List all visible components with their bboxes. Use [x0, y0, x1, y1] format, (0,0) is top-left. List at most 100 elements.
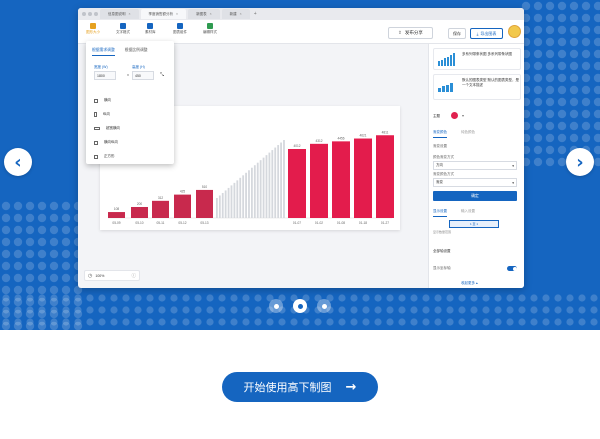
- chart-type-card[interactable]: 多系列带条状图 多系列带条状图: [433, 48, 521, 70]
- decor-dot: [533, 85, 543, 95]
- decor-dot: [581, 49, 591, 59]
- decor-dot: [146, 318, 154, 326]
- size-option[interactable]: 横向: [94, 98, 111, 103]
- tab-0[interactable]: 信息图说明 ×: [100, 9, 139, 19]
- show-axis-toggle[interactable]: [507, 266, 517, 271]
- tab-3[interactable]: 新建 ×: [221, 9, 250, 19]
- close-icon[interactable]: ×: [240, 9, 242, 19]
- decor-dot: [581, 61, 591, 71]
- size-option[interactable]: 横向纵向: [94, 140, 118, 145]
- decor-dot: [230, 306, 238, 314]
- decor-dot: [470, 306, 478, 314]
- close-icon[interactable]: ×: [129, 9, 131, 19]
- new-tab-icon[interactable]: +: [254, 11, 257, 17]
- height-field[interactable]: 450: [132, 71, 154, 80]
- tick-label: 01-07: [293, 221, 301, 225]
- decor-dot: [434, 294, 442, 302]
- decor-dot: [494, 306, 502, 314]
- tab-1[interactable]: 季度销售额分析 ×: [140, 9, 187, 19]
- hero-banner: ‹ › 信息图说明 × 季度销售额分析 × 新图表 × 新建 × + 图形大小 文字格式…: [0, 0, 600, 330]
- close-icon[interactable]: ×: [210, 9, 212, 19]
- decor-dot: [194, 318, 202, 326]
- decor-dot: [14, 306, 22, 314]
- publish-button[interactable]: ⇪ 发布分享: [388, 27, 433, 39]
- carousel-next-button[interactable]: ›: [566, 148, 594, 176]
- tab-display[interactable]: 显示设置: [433, 209, 447, 217]
- decor-dot: [302, 318, 310, 326]
- tab-2[interactable]: 新图表 ×: [188, 9, 220, 19]
- decor-dot: [533, 61, 543, 71]
- avatar[interactable]: [508, 25, 521, 38]
- decor-dot: [218, 306, 226, 314]
- decor-dot: [37, 237, 47, 247]
- tab-by-requirement[interactable]: 根据需求调整: [92, 48, 115, 56]
- theme-color-swatch[interactable]: [451, 112, 458, 119]
- confirm-button[interactable]: 确定: [433, 191, 517, 201]
- width-field[interactable]: 1800: [94, 71, 116, 80]
- tab-by-ratio[interactable]: 根据比例调整: [125, 48, 148, 56]
- help-icon[interactable]: ⓘ: [132, 273, 137, 279]
- range-slider[interactable]: 1 至 1: [449, 220, 499, 228]
- decor-dot: [545, 145, 555, 155]
- zoom-control[interactable]: ◷ 100% ⓘ: [84, 270, 140, 281]
- decor-dot: [49, 213, 59, 223]
- decor-dot: [182, 318, 190, 326]
- chart-type-card[interactable]: 默认的图表类型 默认的图表类型，是一个文本描述: [433, 74, 521, 100]
- decor-dot: [434, 306, 442, 314]
- tool-text[interactable]: 文字格式: [116, 23, 130, 35]
- decor-dot: [1, 273, 11, 283]
- decor-dot: [61, 225, 71, 235]
- field-label: 渐变颜色方式: [433, 172, 454, 176]
- collapse-link[interactable]: 收起更多 ▴: [461, 281, 478, 286]
- decor-dot: [362, 318, 370, 326]
- library-icon: [147, 23, 154, 29]
- lock-ratio-icon[interactable]: ⤡: [160, 72, 164, 78]
- size-option[interactable]: 纵向: [94, 112, 110, 117]
- tool-library[interactable]: 素材库: [145, 23, 156, 35]
- decor-dot: [569, 13, 579, 23]
- close-icon[interactable]: ×: [176, 9, 178, 19]
- tool-chart[interactable]: 图表组件: [173, 23, 187, 35]
- size-option[interactable]: 正方形: [94, 154, 115, 159]
- tab-input[interactable]: 输入设置: [461, 209, 475, 217]
- decor-dot: [350, 318, 358, 326]
- decor-dot: [434, 318, 442, 326]
- tab-solid[interactable]: 纯色颜色: [461, 130, 475, 138]
- tool-size[interactable]: 图形大小: [86, 23, 100, 35]
- decor-dot: [110, 318, 118, 326]
- decor-dot: [62, 294, 70, 302]
- carousel-dot-active[interactable]: [293, 299, 307, 313]
- decor-dot: [49, 273, 59, 283]
- size-popup: 根据需求调整 根据比例调整 宽度 (W) 高度 (H) 1800 x 450 ⤡…: [86, 41, 174, 164]
- decor-dot: [533, 49, 543, 59]
- carousel-dot[interactable]: [317, 299, 331, 313]
- save-button[interactable]: 保存: [448, 28, 466, 39]
- chevron-up-icon: ▴: [475, 281, 478, 285]
- decor-dot: [533, 97, 543, 107]
- decor-dot: [1, 201, 11, 211]
- decor-dot: [581, 121, 591, 131]
- tab-gradient[interactable]: 渐变颜色: [433, 130, 447, 138]
- tool-style[interactable]: 编辑样式: [203, 23, 217, 35]
- decor-dot: [398, 294, 406, 302]
- carousel-prev-button[interactable]: ‹: [4, 148, 32, 176]
- decor-dot: [530, 294, 538, 302]
- decor-dot: [533, 13, 543, 23]
- decor-dot: [61, 249, 71, 259]
- decor-dot: [542, 294, 550, 302]
- decor-dot: [266, 318, 274, 326]
- direction-select[interactable]: 方向 ▾: [433, 161, 517, 170]
- decor-dot: [578, 306, 586, 314]
- axis-section-label: 全部轴设置: [433, 249, 451, 253]
- data-label: 4456: [337, 136, 344, 140]
- decor-dot: [1, 249, 11, 259]
- chevron-down-icon[interactable]: ▾: [462, 113, 464, 118]
- gradient-select[interactable]: 渐变 ▾: [433, 178, 517, 187]
- decor-dot: [61, 213, 71, 223]
- start-button[interactable]: 开始使用高下制图 →: [222, 372, 378, 402]
- decor-dot: [470, 318, 478, 326]
- export-button[interactable]: ⤓ 导出图表: [470, 28, 503, 39]
- decor-dot: [74, 306, 82, 314]
- carousel-dot[interactable]: [269, 299, 283, 313]
- size-option[interactable]: 超宽横向: [94, 126, 120, 131]
